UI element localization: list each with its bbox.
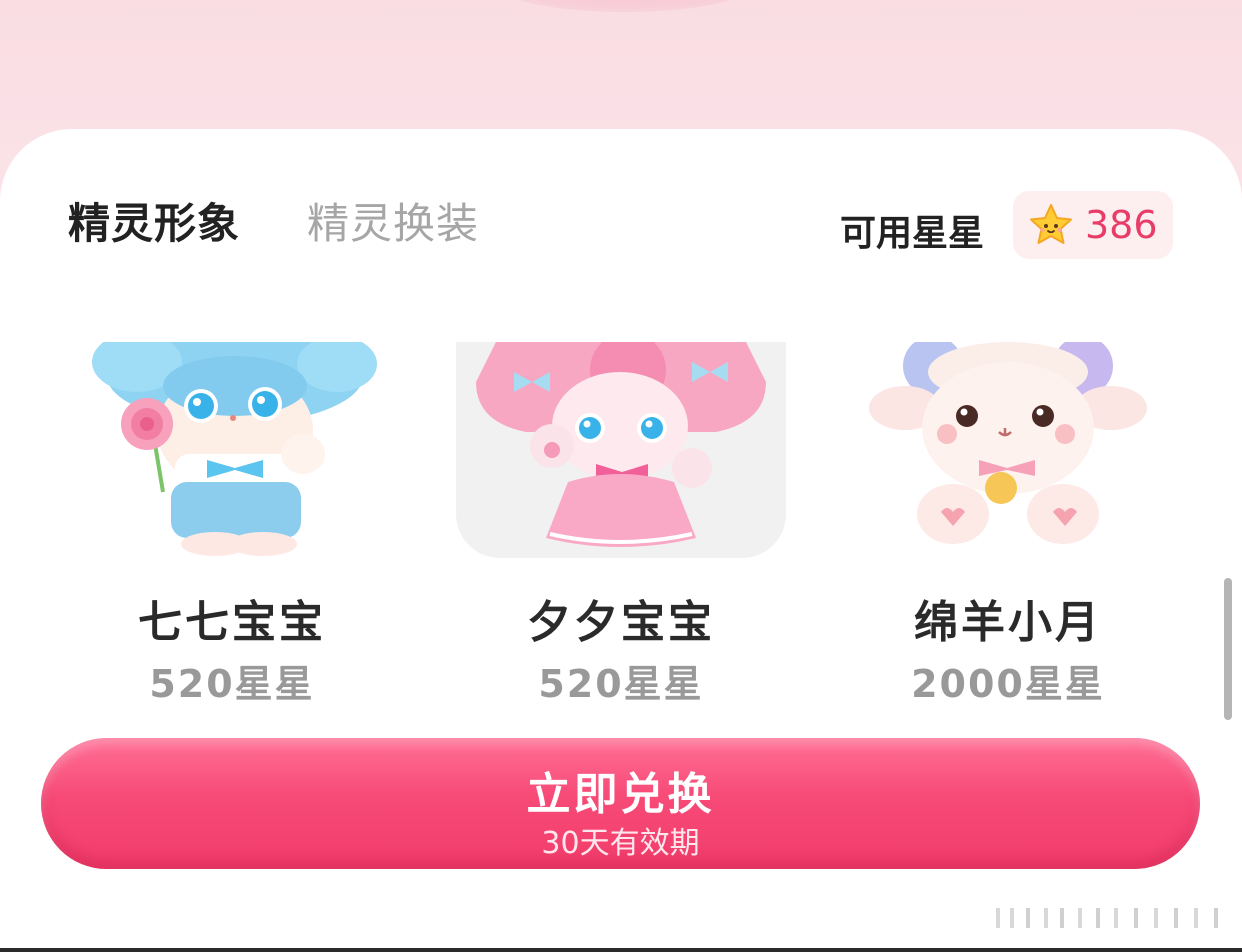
sprite-item-mianyang[interactable]: 绵羊小月 2000星星 bbox=[843, 342, 1173, 706]
qiqi-baby-illustration bbox=[92, 342, 377, 556]
sprite-price: 520星星 bbox=[149, 662, 315, 706]
sprite-price: 520星星 bbox=[538, 662, 704, 706]
exchange-button-label: 立即兑换 bbox=[526, 769, 715, 820]
exchange-validity-label: 30天有效期 bbox=[541, 826, 700, 861]
bottom-divider bbox=[0, 948, 1242, 952]
sprite-name: 七七宝宝 bbox=[138, 597, 326, 648]
scrollbar[interactable] bbox=[1224, 578, 1232, 720]
xixi-baby-illustration bbox=[476, 342, 766, 547]
star-icon bbox=[1030, 204, 1072, 244]
stars-count: 386 bbox=[1085, 203, 1158, 247]
bottom-bar-decoration bbox=[996, 908, 1218, 928]
sprite-name: 夕夕宝宝 bbox=[527, 597, 715, 648]
tab-sprite-image[interactable]: 精灵形象 bbox=[68, 190, 240, 251]
available-stars-label: 可用星星 bbox=[840, 213, 985, 254]
sprite-item-xixi[interactable]: 夕夕宝宝 520星星 bbox=[456, 342, 786, 706]
sprite-name: 绵羊小月 bbox=[914, 597, 1102, 648]
sheep-xiaoyue-illustration bbox=[869, 342, 1147, 544]
tab-sprite-outfit[interactable]: 精灵换装 bbox=[307, 190, 479, 251]
sprite-item-qiqi[interactable]: 七七宝宝 520星星 bbox=[67, 342, 397, 706]
exchange-now-button[interactable]: 立即兑换 30天有效期 bbox=[41, 738, 1200, 869]
sprite-price: 2000星星 bbox=[911, 662, 1105, 706]
stars-balance-badge: 386 bbox=[1013, 191, 1173, 259]
